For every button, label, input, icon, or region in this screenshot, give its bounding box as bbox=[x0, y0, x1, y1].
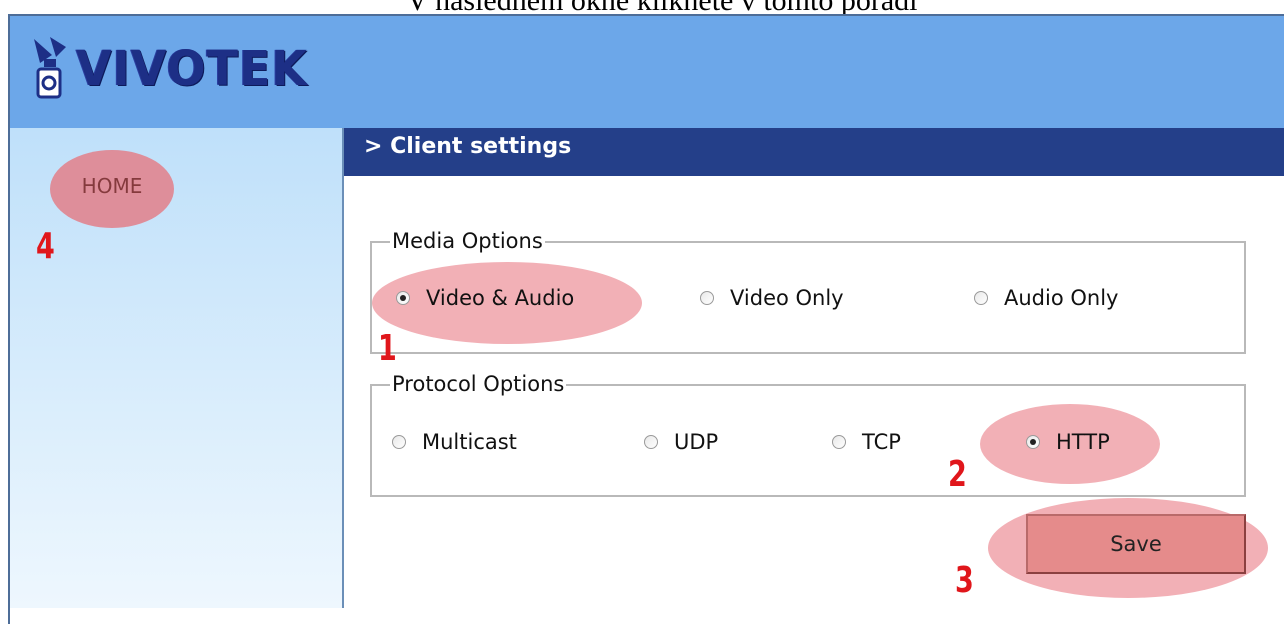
protocol-option-http[interactable]: HTTP bbox=[1026, 430, 1110, 454]
option-label: Video Only bbox=[730, 286, 844, 310]
option-label: Video & Audio bbox=[426, 286, 575, 310]
media-options-legend: Media Options bbox=[390, 229, 545, 253]
media-option-video-audio[interactable]: Video & Audio bbox=[396, 286, 574, 310]
page-title: > Client settings bbox=[364, 134, 572, 159]
save-button[interactable]: Save bbox=[1026, 514, 1246, 574]
radio-checked-icon bbox=[1026, 435, 1040, 449]
media-option-audio-only[interactable]: Audio Only bbox=[974, 286, 1118, 310]
vivotek-logo: VIVOTEK bbox=[30, 28, 308, 108]
radio-icon bbox=[392, 435, 406, 449]
option-label: Multicast bbox=[422, 430, 517, 454]
protocol-option-udp[interactable]: UDP bbox=[644, 430, 718, 454]
page-title-bar: > Client settings bbox=[344, 128, 1284, 176]
radio-icon bbox=[832, 435, 846, 449]
option-label: HTTP bbox=[1056, 430, 1110, 454]
step-2-marker: 2 bbox=[948, 454, 967, 495]
option-label: UDP bbox=[674, 430, 719, 454]
protocol-options-legend: Protocol Options bbox=[390, 372, 567, 396]
save-label: Save bbox=[1110, 532, 1162, 556]
radio-icon bbox=[700, 291, 714, 305]
option-label: Audio Only bbox=[1004, 286, 1119, 310]
step-1-marker: 1 bbox=[378, 328, 397, 369]
option-label: TCP bbox=[862, 430, 901, 454]
home-link[interactable]: HOME bbox=[50, 150, 174, 228]
radio-checked-icon bbox=[396, 291, 410, 305]
protocol-option-multicast[interactable]: Multicast bbox=[392, 430, 517, 454]
media-option-video-only[interactable]: Video Only bbox=[700, 286, 844, 310]
home-label: HOME bbox=[81, 174, 143, 198]
logo-text: VIVOTEK bbox=[76, 39, 309, 97]
camera-logo-icon bbox=[30, 33, 70, 103]
radio-icon bbox=[974, 291, 988, 305]
step-4-marker: 4 bbox=[36, 226, 55, 267]
step-3-marker: 3 bbox=[955, 560, 974, 601]
radio-icon bbox=[644, 435, 658, 449]
protocol-option-tcp[interactable]: TCP bbox=[832, 430, 901, 454]
